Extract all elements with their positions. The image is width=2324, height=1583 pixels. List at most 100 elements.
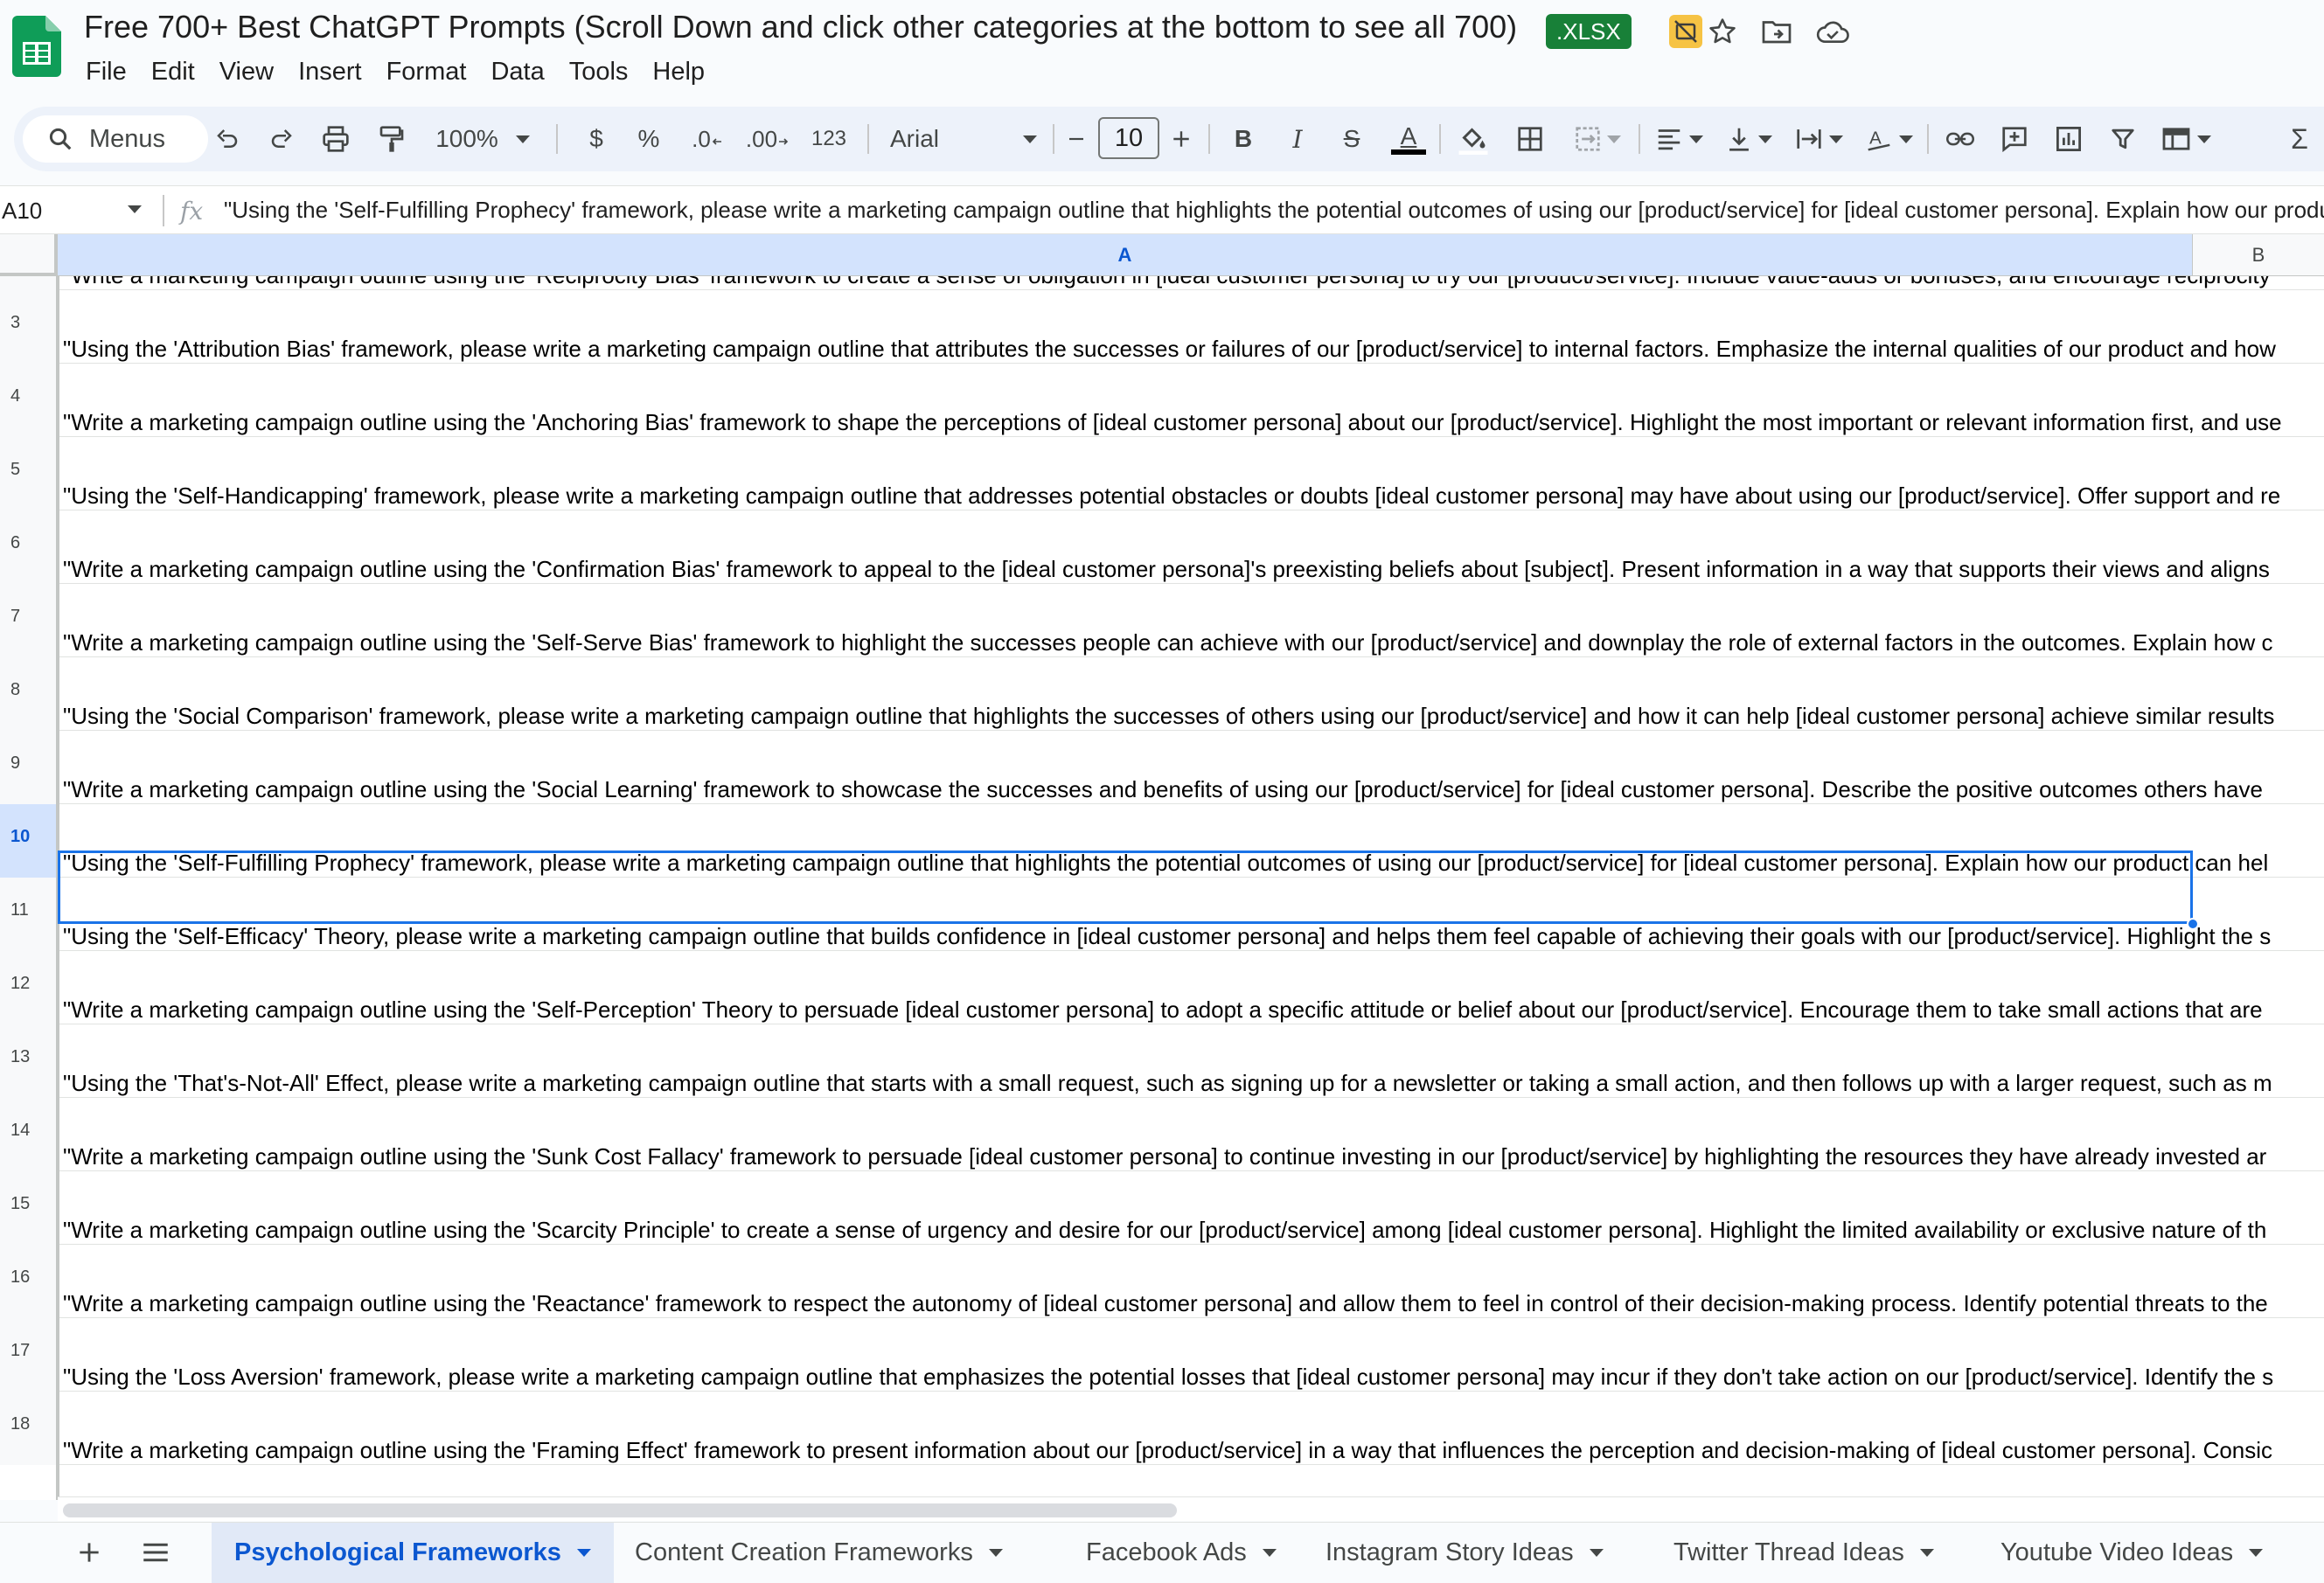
sheet-tab[interactable]: Twitter Thread Ideas — [1651, 1523, 1957, 1583]
sheet-tab-menu-icon[interactable] — [1919, 1549, 1934, 1557]
table-row[interactable]: "Write a marketing campaign outline usin… — [0, 276, 2324, 290]
sheet-tab[interactable]: Instagram Story Ideas — [1303, 1523, 1626, 1583]
cell[interactable]: "Write a marketing campaign outline usin… — [63, 1217, 2266, 1244]
menu-file[interactable]: File — [86, 54, 139, 89]
table-row[interactable]: 13 "Using the 'That's-Not-All' Effect, pl… — [0, 1024, 2324, 1098]
row-header[interactable]: 17 — [0, 1318, 58, 1392]
table-row[interactable]: 14 "Write a marketing campaign outline us… — [0, 1098, 2324, 1171]
row-header[interactable]: 5 — [0, 437, 58, 510]
cell[interactable]: "Using the 'Self-Handicapping' framework… — [63, 483, 2280, 510]
currency-format-button[interactable]: $ — [579, 119, 614, 159]
cell[interactable]: "Using the 'Attribution Bias' framework,… — [63, 336, 2276, 363]
table-row[interactable]: 6 "Write a marketing campaign outline usi… — [0, 510, 2324, 584]
table-row[interactable]: 16 "Write a marketing campaign outline us… — [0, 1245, 2324, 1318]
row-header[interactable]: 6 — [0, 510, 58, 584]
cell[interactable]: "Using the 'That's-Not-All' Effect, plea… — [63, 1070, 2272, 1097]
cell[interactable]: "Write a marketing campaign outline usin… — [63, 776, 2263, 803]
cloud-saved-icon[interactable] — [1813, 12, 1852, 51]
spreadsheet-grid[interactable]: A B "Write a marketing campaign outline … — [0, 234, 2324, 1500]
formula-input[interactable]: "Using the 'Self-Fulfilling Prophecy' fr… — [224, 197, 2324, 224]
functions-button[interactable]: Σ — [2282, 119, 2317, 159]
sheet-tab[interactable]: Content Creation Frameworks — [612, 1523, 1026, 1583]
strikethrough-button[interactable]: S — [1334, 119, 1369, 159]
move-folder-icon[interactable] — [1757, 12, 1796, 51]
text-color-button[interactable]: A — [1388, 119, 1429, 159]
vertical-align-button[interactable] — [1722, 119, 1777, 159]
table-row[interactable]: 5 "Using the 'Self-Handicapping' framewor… — [0, 437, 2324, 510]
cell[interactable]: "Using the 'Loss Aversion' framework, pl… — [63, 1364, 2273, 1391]
row-header[interactable]: 15 — [0, 1171, 58, 1245]
menu-help[interactable]: Help — [640, 54, 717, 89]
column-header-a[interactable]: A — [58, 234, 2193, 276]
select-all-corner[interactable] — [0, 234, 58, 276]
menus-search[interactable]: Menus — [23, 115, 208, 163]
sheet-tab-menu-icon[interactable] — [988, 1549, 1003, 1557]
undo-button[interactable] — [208, 119, 247, 159]
fill-handle[interactable] — [2187, 918, 2199, 930]
percent-format-button[interactable]: % — [631, 119, 666, 159]
table-row[interactable]: 8 "Using the 'Social Comparison' framewor… — [0, 657, 2324, 731]
row-header[interactable]: 7 — [0, 584, 58, 657]
cell[interactable]: "Write a marketing campaign outline usin… — [63, 276, 2271, 289]
redo-button[interactable] — [262, 119, 301, 159]
all-sheets-menu-icon[interactable] — [136, 1533, 175, 1572]
row-header[interactable]: 13 — [0, 1024, 58, 1098]
table-row[interactable]: 3 "Using the 'Attribution Bias' framework… — [0, 290, 2324, 364]
row-header[interactable]: 4 — [0, 364, 58, 437]
column-header-b[interactable]: B — [2193, 234, 2324, 276]
row-header[interactable]: 16 — [0, 1245, 58, 1318]
star-icon[interactable] — [1703, 12, 1742, 51]
table-row[interactable]: 4 "Write a marketing campaign outline usi… — [0, 364, 2324, 437]
name-box-caret-icon[interactable] — [128, 205, 142, 213]
sheet-tab[interactable]: Psychological Frameworks — [212, 1523, 614, 1583]
print-button[interactable] — [317, 119, 355, 159]
sheet-tab-menu-icon[interactable] — [1589, 1549, 1604, 1557]
increase-decimal-button[interactable]: .00 — [743, 119, 792, 159]
menu-data[interactable]: Data — [478, 54, 556, 89]
menu-format[interactable]: Format — [374, 54, 479, 89]
table-row[interactable]: 7 "Write a marketing campaign outline usi… — [0, 584, 2324, 657]
more-formats-button[interactable]: 123 — [804, 119, 853, 159]
sheet-tab-menu-icon[interactable] — [576, 1549, 591, 1557]
cell[interactable]: "Write a marketing campaign outline usin… — [63, 1290, 2268, 1317]
horizontal-align-button[interactable] — [1653, 119, 1707, 159]
cell[interactable]: "Using the 'Self-Fulfilling Prophecy' fr… — [63, 850, 2268, 877]
name-box[interactable]: A10 — [0, 193, 147, 228]
font-size-input[interactable]: 10 — [1098, 117, 1159, 159]
paint-format-button[interactable] — [372, 119, 411, 159]
insert-comment-button[interactable] — [1995, 119, 2034, 159]
cell[interactable]: "Write a marketing campaign outline usin… — [63, 629, 2273, 656]
insert-chart-button[interactable] — [2049, 119, 2088, 159]
table-row[interactable]: 18 "Write a marketing campaign outline us… — [0, 1392, 2324, 1465]
cell[interactable]: "Write a marketing campaign outline usin… — [63, 409, 2282, 436]
menu-edit[interactable]: Edit — [139, 54, 207, 89]
cell[interactable]: "Write a marketing campaign outline usin… — [63, 556, 2270, 583]
row-header[interactable] — [0, 276, 58, 290]
table-row[interactable]: 15 "Write a marketing campaign outline us… — [0, 1171, 2324, 1245]
font-family-select[interactable]: Arial — [885, 119, 1042, 159]
row-header[interactable]: 14 — [0, 1098, 58, 1171]
row-header[interactable]: 8 — [0, 657, 58, 731]
cell[interactable]: "Using the 'Self-Efficacy' Theory, pleas… — [63, 923, 2271, 950]
row-header[interactable]: 3 — [0, 290, 58, 364]
table-row[interactable]: 17 "Using the 'Loss Aversion' framework, … — [0, 1318, 2324, 1392]
table-row[interactable]: 11 "Using the 'Self-Efficacy' Theory, ple… — [0, 878, 2324, 951]
text-rotation-button[interactable]: A — [1862, 119, 1917, 159]
menu-view[interactable]: View — [207, 54, 286, 89]
sheet-tab[interactable]: Facebook Ads — [1063, 1523, 1299, 1583]
italic-button[interactable]: I — [1280, 119, 1315, 159]
cell[interactable]: "Write a marketing campaign outline usin… — [63, 996, 2263, 1024]
row-header[interactable]: 11 — [0, 878, 58, 951]
menu-insert[interactable]: Insert — [286, 54, 374, 89]
table-row[interactable]: 10 "Using the 'Self-Fulfilling Prophecy' … — [0, 804, 2324, 878]
cell[interactable]: "Using the 'Social Comparison' framework… — [63, 703, 2274, 730]
table-row[interactable]: 9 "Write a marketing campaign outline usi… — [0, 731, 2324, 804]
menu-tools[interactable]: Tools — [557, 54, 641, 89]
cell[interactable]: "Write a marketing campaign outline usin… — [63, 1143, 2266, 1170]
add-sheet-icon[interactable] — [70, 1533, 108, 1572]
increase-font-size-button[interactable] — [1166, 119, 1196, 159]
row-header[interactable]: 9 — [0, 731, 58, 804]
document-title[interactable]: Free 700+ Best ChatGPT Prompts (Scroll D… — [84, 9, 1517, 45]
decrease-font-size-button[interactable] — [1061, 119, 1091, 159]
sheets-logo-icon[interactable] — [12, 16, 61, 77]
